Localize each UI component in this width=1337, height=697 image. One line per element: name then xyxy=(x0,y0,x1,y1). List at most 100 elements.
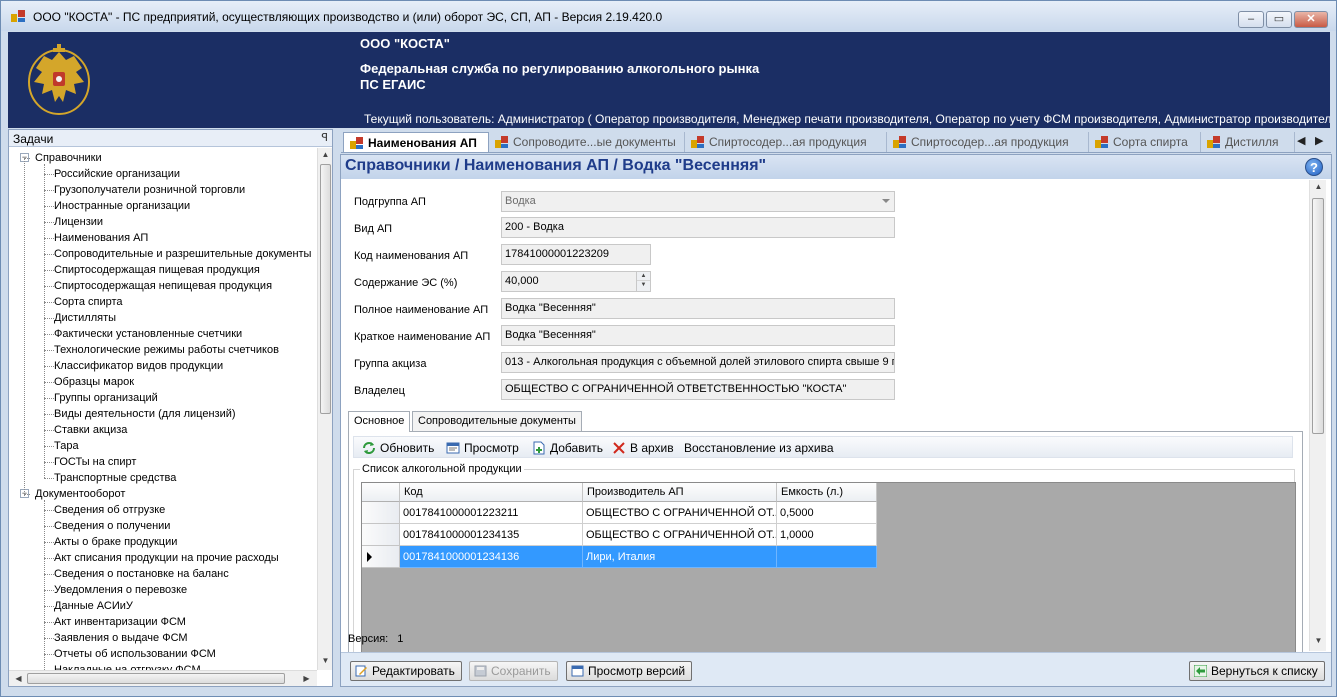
maximize-button[interactable]: ▭ xyxy=(1266,11,1292,28)
add-document-icon xyxy=(533,441,545,455)
tree-item[interactable]: Отчеты об использовании ФСМ xyxy=(54,646,216,662)
tree-item[interactable]: Сведения об отгрузке xyxy=(54,502,165,518)
code-field[interactable]: 17841000001223209 xyxy=(501,244,651,265)
scroll-thumb[interactable] xyxy=(1312,198,1324,434)
row-header[interactable] xyxy=(362,502,400,524)
document-tab[interactable]: Дистилля xyxy=(1201,132,1295,152)
tabs-next-icon[interactable]: ▶ xyxy=(1315,134,1323,147)
tree-item[interactable]: Классификатор видов продукции xyxy=(54,358,223,374)
tree-item[interactable]: Технологические режимы работы счетчиков xyxy=(54,342,279,358)
cell-code[interactable]: 0017841000001234135 xyxy=(400,524,583,546)
tabs-prev-icon[interactable]: ◀ xyxy=(1297,134,1305,147)
document-tab[interactable]: Спиртосодер...ая продукция xyxy=(887,132,1089,152)
help-icon[interactable]: ? xyxy=(1305,158,1323,176)
excise-group-field[interactable]: 013 - Алкогольная продукция с объемной д… xyxy=(501,352,895,373)
document-tab[interactable]: Наименования АП xyxy=(343,132,489,152)
content-stepper[interactable]: 40,000 ▲ ▼ xyxy=(501,271,651,292)
tree-item[interactable]: Спиртосодержащая непищевая продукция xyxy=(54,278,272,294)
tab-accompanying-docs[interactable]: Сопроводительные документы xyxy=(412,411,582,431)
tree-item[interactable]: Акт списания продукции на прочие расходы xyxy=(54,550,279,566)
cell-producer[interactable]: ОБЩЕСТВО С ОГРАНИЧЕННОЙ ОТ... xyxy=(583,524,777,546)
cell-volume[interactable]: 1,0000 xyxy=(777,524,877,546)
content-vertical-scrollbar[interactable]: ▲ ▼ xyxy=(1309,180,1326,651)
column-header-volume[interactable]: Емкость (л.) xyxy=(777,483,877,502)
versions-button[interactable]: Просмотр версий xyxy=(566,661,693,681)
tree-item[interactable]: Сопроводительные и разрешительные докуме… xyxy=(54,246,311,262)
scroll-thumb[interactable] xyxy=(320,164,331,414)
scroll-down-icon[interactable]: ▼ xyxy=(318,656,333,665)
document-tab[interactable]: Сорта спирта xyxy=(1089,132,1201,152)
spin-buttons[interactable]: ▲ ▼ xyxy=(636,272,650,291)
scroll-left-icon[interactable]: ◀ xyxy=(11,674,26,683)
row-header[interactable] xyxy=(362,524,400,546)
tree-connector xyxy=(44,462,54,463)
tree-item[interactable]: Образцы марок xyxy=(54,374,134,390)
cell-code[interactable]: 0017841000001223211 xyxy=(400,502,583,524)
tree-item[interactable]: ГОСТы на спирт xyxy=(54,454,136,470)
cell-producer[interactable]: ОБЩЕСТВО С ОГРАНИЧЕННОЙ ОТ... xyxy=(583,502,777,524)
column-header-producer[interactable]: Производитель АП xyxy=(583,483,777,502)
tree-item[interactable]: Накладные на отгрузку ФСМ xyxy=(54,662,201,670)
tree-item[interactable]: Фактически установленные счетчики xyxy=(54,326,242,342)
tree-item[interactable]: Дистилляты xyxy=(54,310,116,326)
tree-item[interactable]: Группы организаций xyxy=(54,390,158,406)
tree-item[interactable]: Заявления о выдаче ФСМ xyxy=(54,630,188,646)
owner-field[interactable]: ОБЩЕСТВО С ОГРАНИЧЕННОЙ ОТВЕТСТВЕННОСТЬЮ… xyxy=(501,379,895,400)
view-button[interactable]: Просмотр xyxy=(446,439,519,457)
tree-item[interactable]: Уведомления о перевозке xyxy=(54,582,187,598)
tree-item[interactable]: Наименования АП xyxy=(54,230,148,246)
tree-item[interactable]: Российские организации xyxy=(54,166,180,182)
scroll-right-icon[interactable]: ▶ xyxy=(299,674,314,683)
tree-item[interactable]: Сорта спирта xyxy=(54,294,123,310)
scroll-up-icon[interactable]: ▲ xyxy=(318,150,333,159)
tree-vertical-scrollbar[interactable]: ▲ ▼ xyxy=(317,148,332,670)
tree-item[interactable]: Сведения о получении xyxy=(54,518,170,534)
tree-item[interactable]: Акты о браке продукции xyxy=(54,534,177,550)
tree-item[interactable]: Иностранные организации xyxy=(54,198,190,214)
back-to-list-button[interactable]: Вернуться к списку xyxy=(1189,661,1325,681)
full-name-field[interactable]: Водка "Весенняя" xyxy=(501,298,895,319)
cell-producer[interactable]: Лири, Италия xyxy=(583,546,777,568)
tree-item[interactable]: Грузополучатели розничной торговли xyxy=(54,182,245,198)
tree-item[interactable]: Виды деятельности (для лицензий) xyxy=(54,406,236,422)
column-header-code[interactable]: Код xyxy=(400,483,583,502)
tree-connector xyxy=(44,430,54,431)
row-header[interactable] xyxy=(362,546,400,568)
restore-button[interactable]: Восстановление из архива xyxy=(684,439,834,457)
kind-field[interactable]: 200 - Водка xyxy=(501,217,895,238)
tab-main[interactable]: Основное xyxy=(348,411,411,432)
tree-item[interactable]: Транспортные средства xyxy=(54,470,176,486)
minimize-button[interactable]: ‒ xyxy=(1238,11,1264,28)
scroll-thumb-horizontal[interactable] xyxy=(27,673,285,684)
tree-item[interactable]: Акт инвентаризации ФСМ xyxy=(54,614,186,630)
subgroup-combo[interactable]: Водка xyxy=(501,191,895,212)
cell-volume[interactable]: 0,5000 xyxy=(777,502,877,524)
document-tab[interactable]: Сопроводите...ые документы xyxy=(489,132,685,152)
save-button[interactable]: Сохранить xyxy=(469,661,558,681)
tree-item[interactable]: Спиртосодержащая пищевая продукция xyxy=(54,262,260,278)
spin-up-icon[interactable]: ▲ xyxy=(637,272,650,281)
scroll-down-icon[interactable]: ▼ xyxy=(1311,636,1326,645)
refresh-button[interactable]: Обновить xyxy=(362,439,434,457)
cell-code[interactable]: 0017841000001234136 xyxy=(400,546,583,568)
tree-item[interactable]: Сведения о постановке на баланс xyxy=(54,566,229,582)
close-button[interactable]: ✕ xyxy=(1294,11,1328,28)
edit-button[interactable]: Редактировать xyxy=(350,661,462,681)
document-tab[interactable]: Спиртосодер...ая продукция xyxy=(685,132,887,152)
tree-connector xyxy=(44,590,54,591)
product-grid[interactable]: Код Производитель АП Емкость (л.) 001784… xyxy=(361,482,1296,680)
spin-down-icon[interactable]: ▼ xyxy=(637,281,650,290)
tree-horizontal-scrollbar[interactable]: ◀ ▶ xyxy=(9,670,317,686)
tree-item[interactable]: Ставки акциза xyxy=(54,422,127,438)
add-button[interactable]: Добавить xyxy=(532,439,603,457)
tree-item[interactable]: Данные АСИиУ xyxy=(54,598,133,614)
scroll-up-icon[interactable]: ▲ xyxy=(1311,182,1326,191)
tree-item[interactable]: Лицензии xyxy=(54,214,103,230)
archive-button[interactable]: В архив xyxy=(612,439,674,457)
kind-label: Вид АП xyxy=(354,223,393,235)
cell-volume[interactable] xyxy=(777,546,877,568)
pin-icon[interactable]: ꟼ xyxy=(321,131,328,144)
tree-item[interactable]: Тара xyxy=(54,438,79,454)
short-name-field[interactable]: Водка "Весенняя" xyxy=(501,325,895,346)
tree-group[interactable]: − Документооборот xyxy=(20,486,125,502)
